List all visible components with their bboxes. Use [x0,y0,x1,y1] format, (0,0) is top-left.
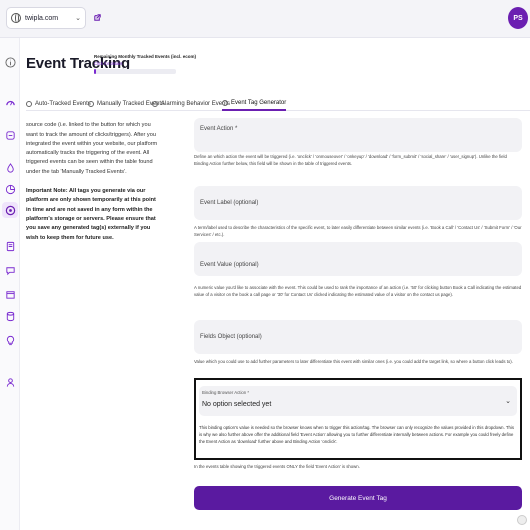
event-label-field[interactable]: Event Label (optional) [194,186,522,220]
event-label-placeholder: Event Label (optional) [200,200,259,206]
site-name: twipla.com [25,14,59,22]
lightbulb-icon[interactable] [4,334,16,346]
event-label-help: A term/label used to describe the charac… [194,225,522,237]
person-icon[interactable] [4,376,16,388]
tab-label: Alarming Behavior Events [161,101,231,107]
remaining-events-bar [94,69,176,74]
tab-label: Auto-Tracked Events [35,101,91,107]
binding-action-value: No option selected yet [202,401,272,408]
events-table-note: In the events table showing the triggere… [194,464,360,469]
external-link-icon[interactable] [90,7,104,27]
tag-icon [222,100,228,106]
globe-icon [11,13,21,23]
binding-action-box: Binding Browser Action * No option selec… [194,378,522,460]
important-note: Important Note: All tags you generate vi… [26,188,156,241]
event-tracking-icon[interactable] [2,202,18,218]
box-icon[interactable] [4,288,16,300]
instructions-text: right, it needs to be integrated within … [26,118,158,175]
event-action-help: Define an which action the event will be… [194,154,507,166]
remaining-events-bar-fill [94,69,96,74]
generate-event-tag-button[interactable]: Generate Event Tag [194,486,522,510]
alarm-icon [152,101,158,107]
event-action-placeholder: Event Action * [200,126,238,132]
chevron-down-icon: ⌄ [75,15,81,22]
remaining-details-link[interactable]: Click for details [94,61,122,66]
tab-label: Event Tag Generator [231,100,287,106]
auto-tracked-icon [26,101,32,107]
manual-tracked-icon [88,101,94,107]
scroll-top-button[interactable] [517,515,527,525]
chat-icon[interactable] [4,264,16,276]
tab-event-tag-generator[interactable]: Event Tag Generator [222,97,287,111]
tab-auto-tracked[interactable]: Auto-Tracked Events [26,97,91,111]
event-action-field[interactable]: Event Action * [194,118,522,152]
binding-action-help: This binding option's value is needed so… [199,425,514,444]
instructions-panel: right, it needs to be integrated within … [26,118,160,318]
event-value-placeholder: Event Value (optional) [200,262,259,268]
fields-object-help: Value which you could use to add further… [194,359,513,364]
site-selector[interactable]: twipla.com ⌄ [6,7,86,29]
chevron-down-icon: ⌄ [505,398,511,405]
dashboard-icon[interactable] [4,95,16,107]
event-value-field[interactable]: Event Value (optional) [194,242,522,276]
info-icon[interactable] [4,56,16,68]
sidebar [0,38,20,530]
database-icon[interactable] [4,310,16,322]
event-value-help: A numeric value you'd like to associate … [194,285,522,297]
chart-icon[interactable] [4,183,16,195]
fields-object-field[interactable]: Fields Object (optional) [194,320,522,354]
fields-object-placeholder: Fields Object (optional) [200,334,262,340]
heatmap-icon[interactable] [4,162,16,174]
remaining-events-label: Remaining Monthly Tracked Events (incl. … [94,54,197,59]
tab-bar: Auto-Tracked Events Manually Tracked Eve… [26,95,530,111]
page-icon[interactable] [4,240,16,252]
binding-action-select[interactable]: Binding Browser Action * No option selec… [199,386,517,416]
binding-action-label: Binding Browser Action * [202,390,250,395]
top-bar: twipla.com ⌄ PS [0,0,530,38]
tab-alarming-behavior[interactable]: Alarming Behavior Events [152,97,230,111]
realtime-icon[interactable] [4,129,16,141]
avatar[interactable]: PS [508,7,528,29]
